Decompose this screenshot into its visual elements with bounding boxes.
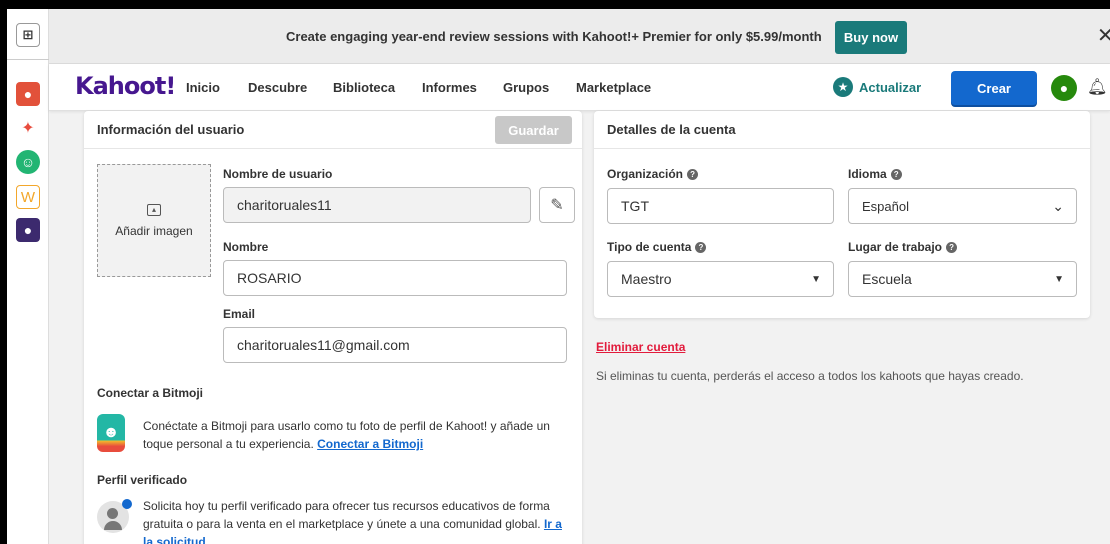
app-rail: ⊞ ● ✦ ☺ W ● (7, 9, 49, 544)
nav-descubre[interactable]: Descubre (248, 80, 307, 95)
email-field[interactable]: charitoruales11@gmail.com (223, 327, 567, 363)
star-icon: ★ (833, 77, 853, 97)
app-window: ⊞ ● ✦ ☺ W ● Create engaging year-end rev… (7, 9, 1110, 544)
user-info-card: Información del usuario Guardar ▴ Añadir… (84, 111, 582, 544)
account-type-value: Maestro (621, 271, 672, 287)
language-label-wrap: Idioma? (848, 167, 902, 181)
pencil-icon[interactable]: ✎ (539, 187, 575, 223)
language-select[interactable]: Español ⌄ (848, 188, 1077, 224)
username-label: Nombre de usuario (223, 167, 333, 181)
nav-grupos[interactable]: Grupos (503, 80, 549, 95)
app-icon-1[interactable]: ● (16, 82, 40, 106)
bitmoji-description: Conéctate a Bitmoji para usarlo como tu … (143, 417, 573, 453)
close-icon[interactable]: ✕ (1097, 23, 1110, 48)
organization-label-wrap: Organización? (607, 167, 699, 181)
verified-badge-icon (122, 499, 132, 509)
workplace-value: Escuela (862, 271, 912, 287)
top-nav: Kahoot! Inicio Descubre Biblioteca Infor… (49, 64, 1110, 111)
user-info-header: Información del usuario Guardar (84, 111, 582, 149)
bitmoji-section-title: Conectar a Bitmoji (97, 386, 204, 400)
create-button[interactable]: Crear (951, 71, 1037, 105)
caret-down-icon: ▼ (1054, 274, 1064, 285)
account-type-label: Tipo de cuenta (607, 240, 692, 254)
chevron-down-icon: ⌄ (1052, 198, 1064, 214)
image-icon: ▴ (147, 203, 161, 216)
name-label: Nombre (223, 240, 269, 254)
name-field[interactable]: ROSARIO (223, 260, 567, 296)
account-details-card: Detalles de la cuenta Organización? TGT … (594, 111, 1090, 318)
nav-informes[interactable]: Informes (422, 80, 477, 95)
workplace-label-wrap: Lugar de trabajo? (848, 240, 958, 254)
nav-marketplace[interactable]: Marketplace (576, 80, 651, 95)
user-info-title: Información del usuario (97, 122, 245, 137)
delete-warning-text: Si eliminas tu cuenta, perderás el acces… (596, 369, 1024, 383)
language-label: Idioma (848, 167, 887, 181)
buy-now-button[interactable]: Buy now (835, 21, 907, 54)
rail-divider (7, 59, 49, 60)
save-button[interactable]: Guardar (495, 116, 572, 144)
app-icon-ghost[interactable]: ● (16, 218, 40, 242)
help-icon[interactable]: ? (687, 169, 699, 181)
nav-inicio[interactable]: Inicio (186, 80, 220, 95)
promo-banner: Create engaging year-end review sessions… (49, 9, 1110, 64)
organization-field[interactable]: TGT (607, 188, 834, 224)
add-image-label: Añadir imagen (115, 223, 193, 238)
kahoot-logo[interactable]: Kahoot! (75, 72, 176, 100)
bitmoji-icon: ☻ (97, 414, 125, 452)
connect-bitmoji-link[interactable]: Conectar a Bitmoji (317, 437, 423, 451)
bell-icon[interactable]: 🔔︎ (1087, 77, 1107, 97)
account-title: Detalles de la cuenta (607, 122, 736, 137)
help-icon[interactable]: ? (946, 242, 958, 254)
organization-label: Organización (607, 167, 684, 181)
email-label: Email (223, 307, 256, 321)
workplace-select[interactable]: Escuela ▼ (848, 261, 1077, 297)
chat-app-icon[interactable]: ☺ (16, 150, 40, 174)
gift-icon[interactable]: ⊞ (16, 23, 40, 47)
nav-biblioteca[interactable]: Biblioteca (333, 80, 395, 95)
user-avatar-icon[interactable]: ● (1051, 75, 1077, 101)
workplace-label: Lugar de trabajo (848, 240, 943, 254)
username-field[interactable]: charitoruales11 (223, 187, 531, 223)
help-icon[interactable]: ? (890, 169, 902, 181)
app-icon-2[interactable]: ✦ (16, 116, 40, 140)
account-type-label-wrap: Tipo de cuenta? (607, 240, 707, 254)
account-type-select[interactable]: Maestro ▼ (607, 261, 834, 297)
verified-section-title: Perfil verificado (97, 473, 188, 487)
banner-text: Create engaging year-end review sessions… (286, 29, 822, 44)
account-header: Detalles de la cuenta (594, 111, 1090, 149)
verified-text: Solicita hoy tu perfil verificado para o… (143, 499, 550, 531)
upgrade-link[interactable]: ★ Actualizar (833, 77, 921, 97)
help-icon[interactable]: ? (695, 242, 707, 254)
verified-description: Solicita hoy tu perfil verificado para o… (143, 497, 573, 544)
caret-down-icon: ▼ (811, 274, 821, 285)
app-icon-w[interactable]: W (16, 185, 40, 209)
upgrade-label: Actualizar (859, 79, 922, 95)
language-value: Español (862, 198, 909, 214)
add-image-dropzone[interactable]: ▴ Añadir imagen (97, 164, 211, 277)
delete-account-link[interactable]: Eliminar cuenta (596, 340, 685, 354)
